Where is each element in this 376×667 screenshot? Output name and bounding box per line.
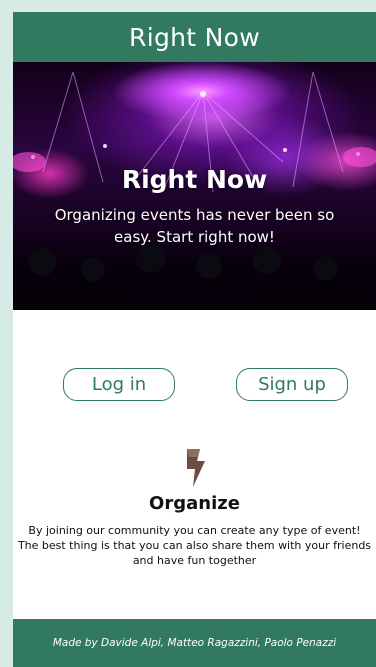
app-header: Right Now — [13, 12, 376, 62]
header-title: Right Now — [129, 22, 260, 52]
feature-description: By joining our community you can create … — [17, 524, 372, 567]
footer-credits: Made by Davide Alpi, Matteo Ragazzini, P… — [52, 637, 337, 649]
app-container: Right Now Right Now Organizing events ha… — [13, 12, 376, 667]
hero-banner: Right Now Organizing events has never be… — [13, 62, 376, 310]
auth-buttons: Log in Sign up — [13, 368, 376, 401]
login-button[interactable]: Log in — [63, 368, 175, 401]
hero-subtitle: Organizing events has never been so easy… — [54, 205, 335, 246]
feature-title: Organize — [149, 493, 240, 514]
app-footer: Made by Davide Alpi, Matteo Ragazzini, P… — [13, 619, 376, 667]
signup-button[interactable]: Sign up — [236, 368, 348, 401]
feature-organize: Organize By joining our community you ca… — [13, 449, 376, 568]
lightning-bolt-icon — [186, 449, 205, 487]
hero-title: Right Now — [121, 164, 268, 194]
